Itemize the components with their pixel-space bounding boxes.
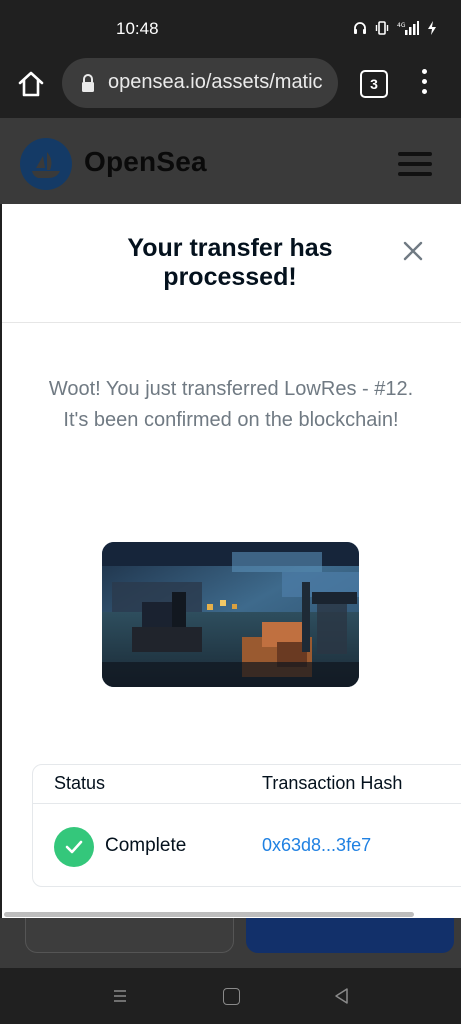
brand-name[interactable]: OpenSea: [84, 146, 207, 178]
tab-switcher-button[interactable]: 3: [360, 70, 388, 98]
vibrate-icon: [375, 21, 389, 35]
sell-button: [246, 918, 454, 953]
status-column-header: Status: [54, 773, 106, 793]
transaction-table: Status Transaction Hash Complete 0x63d8.…: [32, 764, 461, 887]
system-nav-bar: [0, 968, 461, 1024]
status-bar: 10:48 4G: [0, 0, 461, 56]
modal-title: Your transfer has processed!: [62, 234, 398, 292]
browser-toolbar: opensea.io/assets/matic 3: [0, 56, 461, 118]
home-button-icon[interactable]: [223, 988, 240, 1005]
modal-title-line1: Your transfer has: [127, 234, 333, 262]
table-header: Status Transaction Hash: [33, 765, 461, 804]
headphones-icon: [354, 22, 366, 34]
back-icon[interactable]: [333, 987, 349, 1005]
battery-charging-icon: [428, 21, 436, 35]
close-icon[interactable]: [400, 238, 426, 264]
modal-header: Your transfer has processed!: [2, 204, 461, 323]
modal-title-line2: processed!: [163, 263, 297, 291]
address-bar[interactable]: opensea.io/assets/matic: [62, 58, 338, 108]
status-icons: 4G: [353, 21, 437, 35]
site-header: OpenSea: [0, 118, 461, 204]
transaction-hash-link[interactable]: 0x63d8...3fe7: [262, 835, 371, 856]
status-value: Complete: [105, 835, 187, 856]
checkmark-icon: [54, 827, 94, 867]
horizontal-scrollbar[interactable]: [4, 912, 414, 917]
transfer-success-modal: Your transfer has processed! Woot! You j…: [2, 204, 461, 918]
svg-text:4G: 4G: [397, 22, 406, 29]
background-action-bar: [0, 918, 461, 968]
more-menu-icon[interactable]: [419, 69, 429, 99]
clock: 10:48: [116, 19, 159, 38]
hamburger-menu-icon[interactable]: [398, 152, 432, 176]
opensea-logo-icon[interactable]: [20, 138, 72, 190]
home-icon[interactable]: [16, 69, 46, 99]
hash-column-header: Transaction Hash: [262, 773, 403, 793]
nft-image: [102, 542, 359, 687]
edit-button: [25, 918, 234, 953]
4g-signal-icon: 4G: [397, 21, 419, 35]
lock-icon: [82, 74, 94, 92]
url-text[interactable]: opensea.io/assets/matic: [108, 71, 334, 97]
confirmation-message: Woot! You just transferred LowRes - #12.…: [48, 378, 414, 431]
recents-icon[interactable]: [112, 988, 128, 1004]
